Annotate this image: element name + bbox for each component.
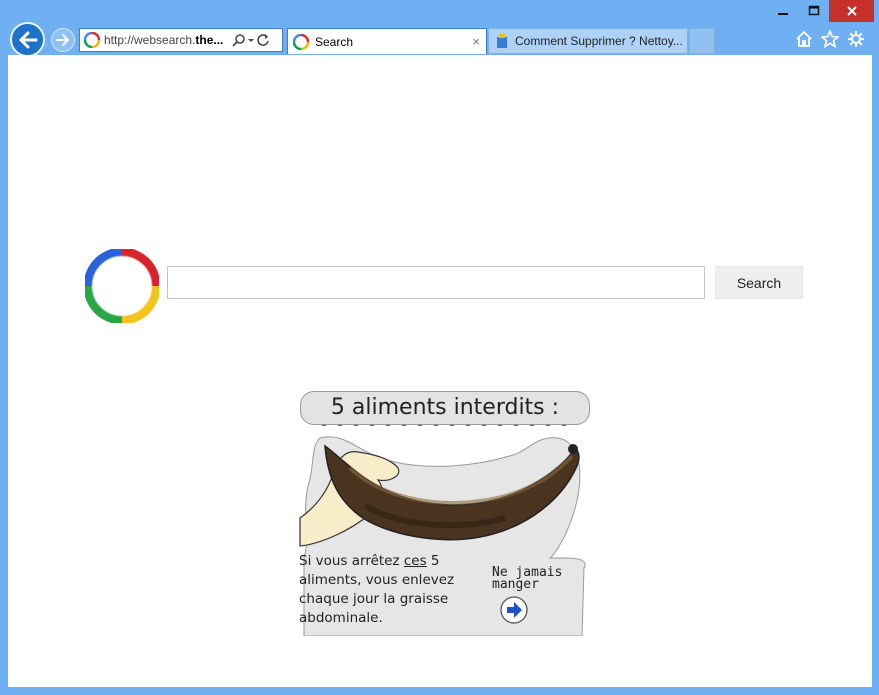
settings-gear-icon[interactable] bbox=[847, 30, 865, 48]
address-bar[interactable]: http://websearch.the... bbox=[79, 28, 283, 52]
tab-label: Search bbox=[315, 34, 354, 49]
tab-favicon-icon bbox=[497, 34, 507, 48]
refresh-icon[interactable] bbox=[256, 33, 270, 47]
browser-window: http://websearch.the... Search × Comment… bbox=[0, 0, 879, 695]
favorites-star-icon[interactable] bbox=[821, 30, 839, 48]
site-favicon-icon bbox=[293, 33, 309, 50]
search-input[interactable] bbox=[167, 266, 705, 299]
back-button[interactable] bbox=[10, 22, 45, 57]
search-button[interactable]: Search bbox=[715, 266, 803, 299]
advertisement-banner[interactable]: 5 aliments interdits : Si vous arrêtez c… bbox=[290, 386, 592, 636]
address-text: http://websearch.the... bbox=[104, 33, 224, 47]
site-favicon-icon bbox=[84, 32, 100, 48]
toolbar-icons bbox=[795, 30, 865, 48]
tab-label: Comment Supprimer ? Nettoy... bbox=[515, 34, 683, 48]
search-logo-icon bbox=[85, 249, 159, 323]
page-content: Search 5 aliments interdits : Si vous ar… bbox=[8, 86, 872, 687]
window-bottom-border bbox=[0, 687, 879, 695]
tab-comment-supprimer[interactable]: Comment Supprimer ? Nettoy... bbox=[488, 28, 688, 54]
maximize-button[interactable] bbox=[799, 0, 828, 22]
command-bar bbox=[8, 55, 872, 87]
forward-arrow-icon bbox=[56, 34, 69, 46]
search-icon[interactable] bbox=[232, 33, 246, 47]
chevron-down-icon[interactable] bbox=[246, 33, 256, 47]
ad-text: Si vous arrêtez ces 5 aliments, vous enle… bbox=[299, 553, 455, 626]
new-tab-button[interactable] bbox=[689, 28, 715, 54]
close-tab-icon[interactable]: × bbox=[472, 34, 480, 49]
arrow-right-icon[interactable] bbox=[500, 596, 528, 624]
address-controls bbox=[232, 33, 270, 47]
forward-button[interactable] bbox=[51, 28, 75, 52]
home-icon[interactable] bbox=[795, 30, 813, 48]
back-arrow-icon bbox=[19, 31, 37, 48]
ad-cta-text[interactable]: Ne jamais manger bbox=[492, 566, 580, 591]
ad-title: 5 aliments interdits : bbox=[300, 391, 590, 425]
minimize-button[interactable] bbox=[768, 0, 797, 22]
tab-search[interactable]: Search × bbox=[287, 28, 487, 54]
close-window-button[interactable] bbox=[829, 0, 874, 22]
